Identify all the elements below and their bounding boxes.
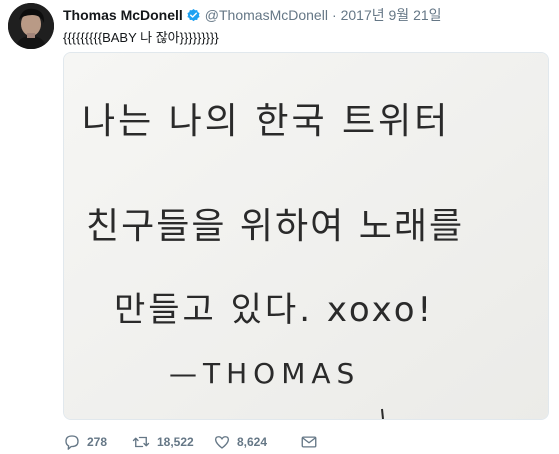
author-handle[interactable]: @ThomasMcDonell: [205, 7, 328, 23]
like-button[interactable]: 8,624: [213, 433, 300, 451]
note-line-2: 친구들을 위하여 노래를: [86, 206, 464, 247]
retweet-button[interactable]: 18,522: [131, 433, 213, 451]
tweet-date[interactable]: 2017년 9월 21일: [341, 5, 442, 25]
handwritten-note-image: 나는 나의 한국 트위터 친구들을 위하여 노래를 만들고 있다. xoxo! …: [64, 53, 548, 419]
author-name[interactable]: Thomas McDonell: [63, 7, 183, 23]
tweet: Thomas McDonell @ThomasMcDonell · 2017년 …: [0, 0, 559, 454]
tweet-text: {{{{{{{{{BABY 나 잖아}}}}}}}}}: [63, 30, 219, 45]
verified-badge-icon: [186, 8, 201, 23]
reply-button[interactable]: 278: [63, 433, 131, 451]
note-line-1: 나는 나의 한국 트위터: [82, 101, 450, 142]
heart-icon: [214, 436, 230, 449]
note-line-3: 만들고 있다. xoxo!: [114, 290, 434, 330]
note-line-4: —THOMAS: [169, 357, 360, 390]
avatar[interactable]: [8, 3, 54, 49]
reply-icon: [65, 435, 79, 450]
tweet-media-photo[interactable]: 나는 나의 한국 트위터 친구들을 위하여 노래를 만들고 있다. xoxo! …: [63, 52, 549, 420]
like-count: 8,624: [237, 435, 268, 449]
reply-count: 278: [87, 435, 108, 449]
retweet-count: 18,522: [157, 435, 194, 449]
tweet-actions: 278 18,522 8,624: [63, 432, 318, 452]
retweet-icon: [132, 436, 150, 448]
envelope-icon: [301, 436, 317, 448]
header-separator: ·: [331, 7, 337, 23]
tweet-header: Thomas McDonell @ThomasMcDonell · 2017년 …: [63, 6, 442, 24]
direct-message-button[interactable]: [300, 433, 318, 451]
avatar-image: [8, 3, 54, 49]
